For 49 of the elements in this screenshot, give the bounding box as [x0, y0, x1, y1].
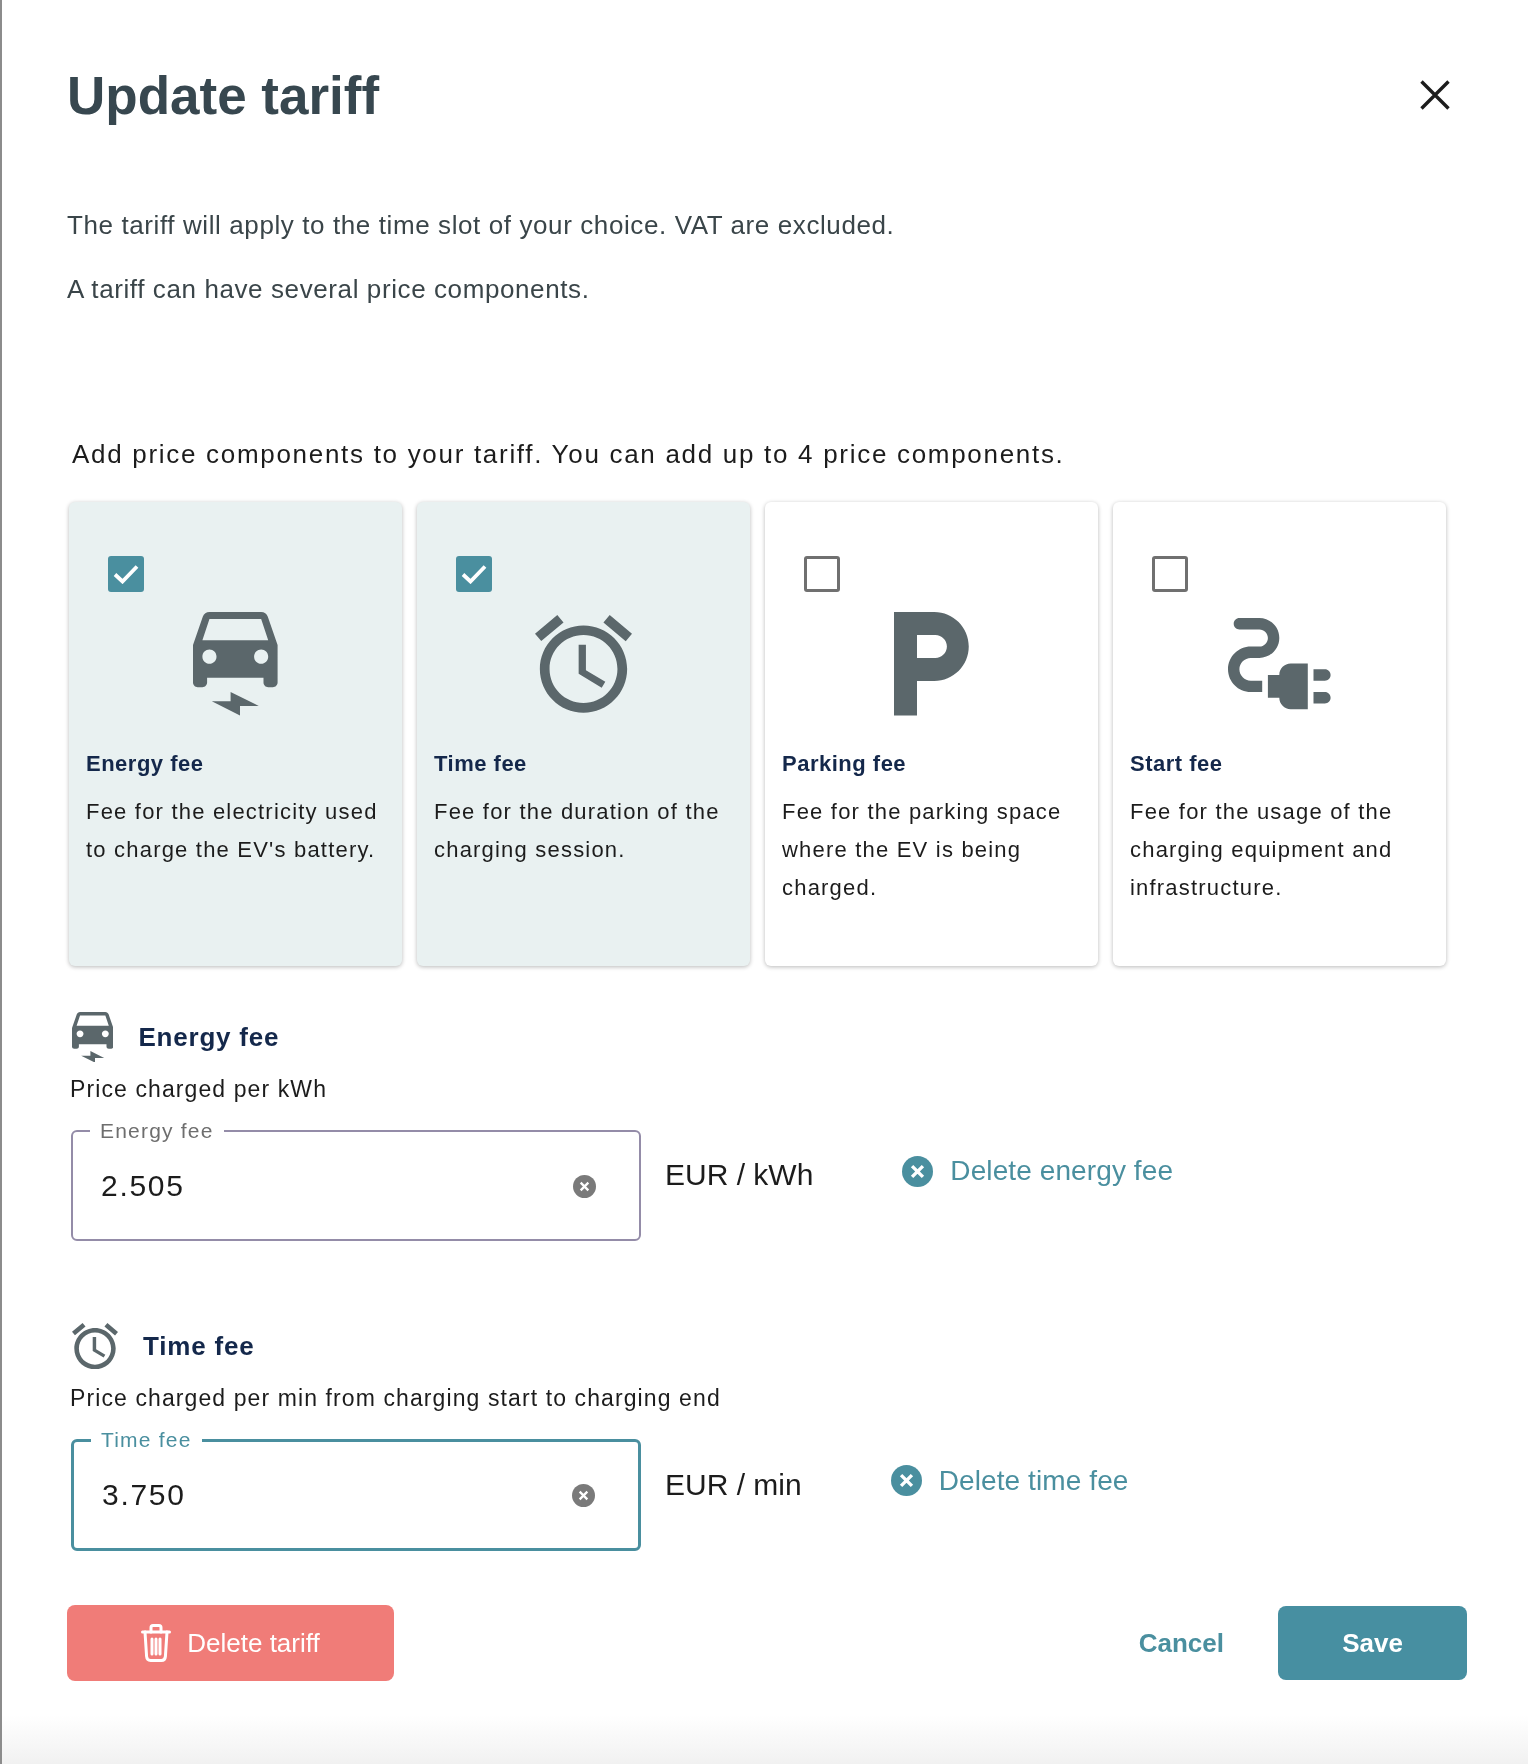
value-input[interactable]: 3.750 — [102, 1478, 572, 1512]
parking-icon — [894, 612, 969, 716]
plug-icon — [1228, 618, 1331, 710]
card-title: Time fee — [434, 750, 527, 778]
car-icon — [72, 1011, 114, 1063]
x-circle-icon — [890, 1465, 922, 1496]
delete-fee-button[interactable]: Delete energy fee — [902, 1155, 1174, 1187]
card-title: Energy fee — [86, 750, 204, 778]
close-button[interactable] — [1420, 80, 1450, 110]
checkbox[interactable] — [456, 556, 492, 592]
card-description: Fee for the duration of the charging session. — [434, 798, 721, 864]
close-icon — [1420, 80, 1450, 110]
price-component-card[interactable]: Time fee Fee for the duration of the charging session. — [417, 502, 750, 966]
cancel-button[interactable]: Cancel — [1138, 1627, 1224, 1659]
intro-text: The tariff will apply to the time slot of your choice. VAT are excluded. — [67, 209, 895, 242]
card-description: Fee for the usage of the charging equipment and infrastructure. — [1130, 798, 1394, 902]
clear-icon[interactable] — [572, 1483, 595, 1507]
value-input[interactable]: 2.505 — [101, 1169, 573, 1203]
card-title: Parking fee — [782, 750, 907, 778]
fee-subtitle: Price charged per kWh — [70, 1076, 328, 1102]
alarm-clock-icon — [535, 615, 632, 713]
card-title: Start fee — [1130, 750, 1223, 778]
x-circle-icon — [902, 1155, 934, 1187]
check-icon — [461, 564, 487, 584]
check-icon — [113, 564, 139, 584]
intro-text: A tariff can have several price components. — [67, 273, 590, 306]
dialog-title: Update tariff — [67, 65, 380, 127]
trash-icon — [141, 1624, 172, 1662]
checkbox[interactable] — [804, 556, 840, 592]
card-description: Fee for the electricity used to charge the EV's battery. — [86, 798, 379, 864]
save-button[interactable]: Save — [1278, 1606, 1467, 1680]
fee-title: Time fee — [143, 1330, 255, 1362]
field-label: Time fee — [100, 1428, 193, 1452]
delete-fee-button[interactable]: Delete time fee — [890, 1464, 1129, 1497]
price-component-card[interactable]: Parking fee Fee for the parking space where the EV is being charged. — [765, 502, 1098, 966]
price-component-card[interactable]: Start fee Fee for the usage of the charging equipment and infrastructure. — [1113, 502, 1446, 966]
field-label: Energy fee — [99, 1119, 215, 1143]
alarm-clock-icon — [72, 1322, 118, 1370]
unit-label: EUR / kWh — [665, 1158, 814, 1192]
prompt-text: Add price components to your tariff. You can add up to 4 price components. — [72, 438, 1065, 471]
checkbox[interactable] — [1152, 556, 1188, 592]
fee-title: Energy fee — [138, 1021, 280, 1053]
price-component-card[interactable]: Energy fee Fee for the electricity used to charge the EV's battery. — [69, 502, 402, 966]
fee-subtitle: Price charged per min from charging start to charging end — [70, 1385, 721, 1411]
card-description: Fee for the parking space where the EV is being charged. — [782, 798, 1063, 902]
car-icon — [193, 612, 278, 716]
checkbox[interactable] — [108, 556, 144, 592]
unit-label: EUR / min — [665, 1467, 802, 1502]
clear-icon[interactable] — [573, 1174, 596, 1198]
